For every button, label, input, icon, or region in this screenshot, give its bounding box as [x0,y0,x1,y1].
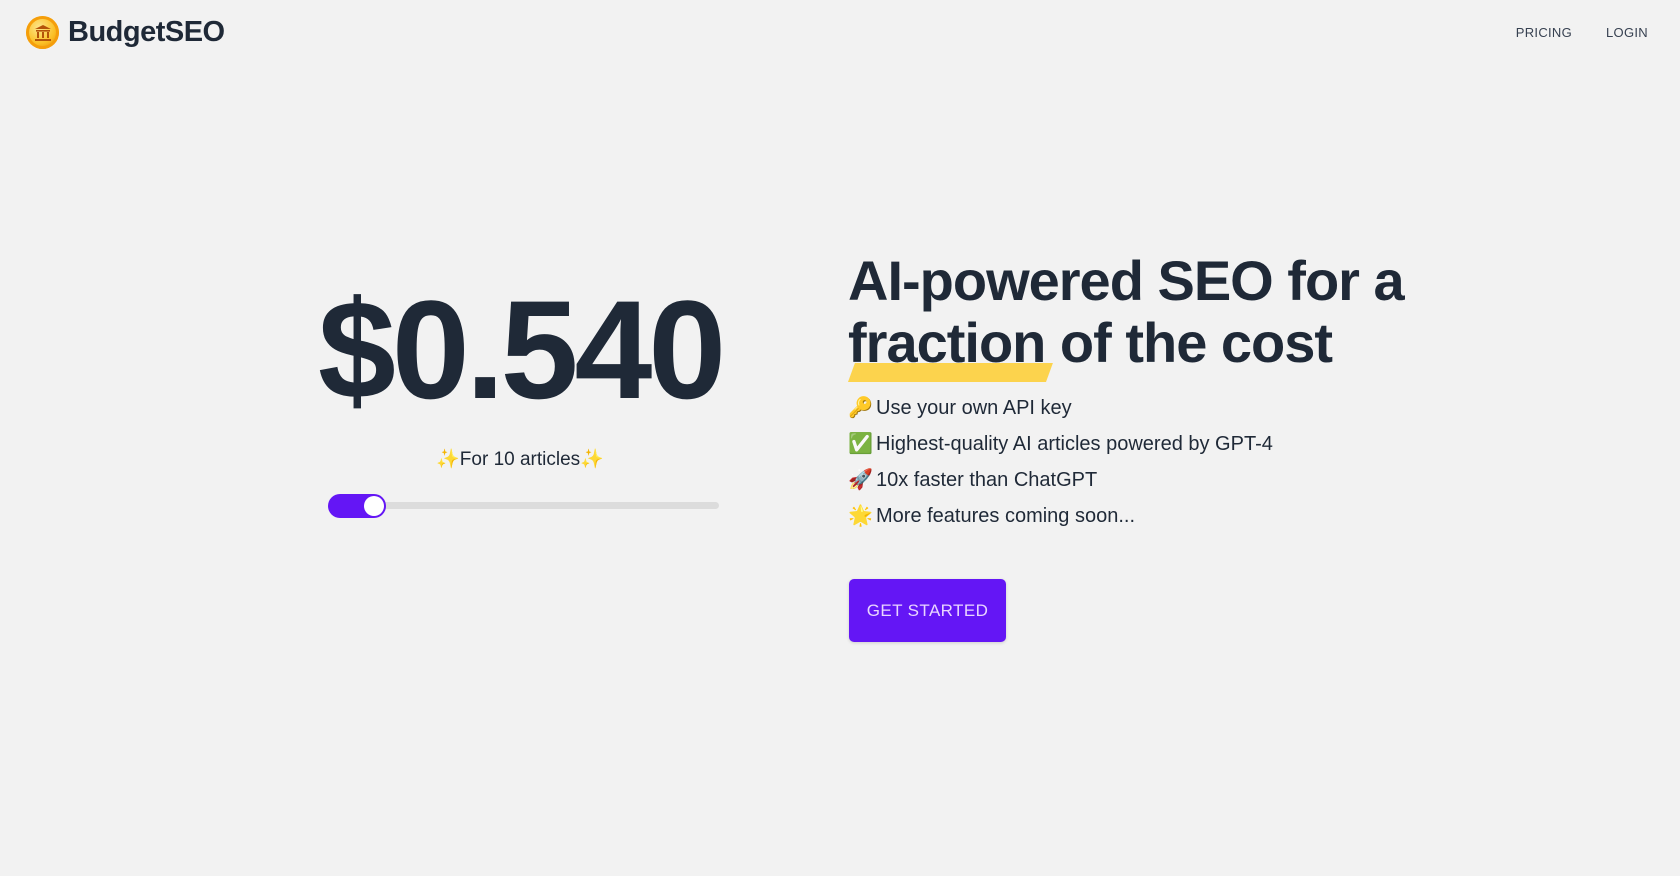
feature-text: 10x faster than ChatGPT [876,469,1098,491]
feature-item: 🔑 Use your own API key [848,390,1273,426]
nav-pricing-link[interactable]: PRICING [1516,25,1572,40]
brand-name: BudgetSEO [68,16,225,48]
brand-logo-link[interactable]: BudgetSEO [26,16,225,49]
rocket-icon: 🚀 [848,469,873,491]
feature-item: 🚀 10x faster than ChatGPT [848,462,1273,498]
feature-list: 🔑 Use your own API key ✅ Highest-quality… [848,390,1273,534]
articles-slider[interactable] [328,493,719,519]
headline-line-2-rest: of the cost [1045,311,1333,374]
key-icon: 🔑 [848,397,873,419]
coin-icon [26,16,59,49]
slider-track[interactable] [328,502,719,509]
hero-headline: AI-powered SEO for a fraction of the cos… [848,249,1405,374]
feature-text: Use your own API key [876,397,1072,419]
star-icon: 🌟 [848,505,873,527]
get-started-button[interactable]: GET STARTED [849,579,1006,642]
landing-page: BudgetSEO PRICING LOGIN $0.540 ✨For 10 a… [0,0,1680,876]
slider-thumb[interactable] [363,496,384,516]
site-header: BudgetSEO PRICING LOGIN [0,0,1680,70]
feature-text: Highest-quality AI articles powered by G… [876,433,1273,455]
feature-item: 🌟 More features coming soon... [848,498,1273,534]
headline-line-1: AI-powered SEO for a [848,249,1405,312]
top-nav: PRICING LOGIN [1516,25,1648,40]
nav-login-link[interactable]: LOGIN [1606,25,1648,40]
headline-highlight-word: fraction [848,311,1046,374]
articles-count-label: ✨For 10 articles✨ [436,449,604,470]
feature-text: More features coming soon... [876,505,1136,527]
checkmark-icon: ✅ [848,433,873,455]
price-display: $0.540 [318,271,726,428]
feature-item: ✅ Highest-quality AI articles powered by… [848,426,1273,462]
